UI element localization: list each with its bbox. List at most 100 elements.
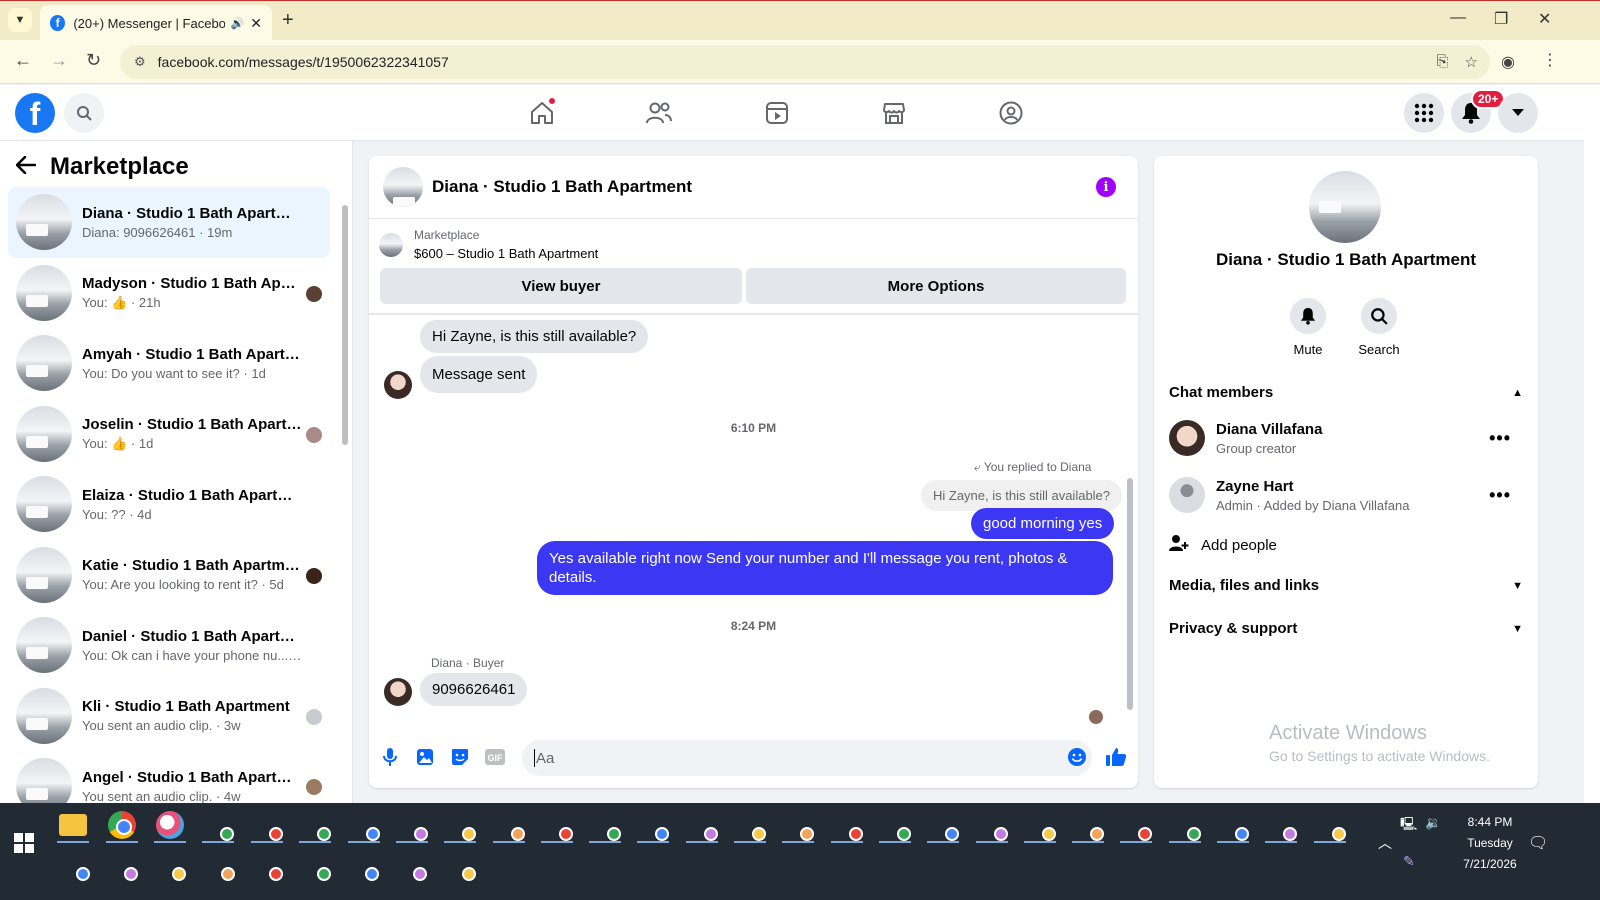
- chrome-profile-icon[interactable]: [1122, 811, 1153, 841]
- outgoing-message[interactable]: good morning yes: [971, 508, 1115, 539]
- browser-tab-messenger[interactable]: f (20+) Messenger | Facebook 🔊 ✕: [40, 5, 272, 41]
- chrome-profile-icon[interactable]: [1219, 811, 1249, 841]
- tray-chevron-up-icon[interactable]: ︿: [1378, 833, 1392, 853]
- reload-icon[interactable]: ↻: [86, 50, 101, 71]
- clock-time[interactable]: 8:44 PM: [1455, 815, 1525, 829]
- pen-icon[interactable]: ✎: [1403, 853, 1415, 870]
- chrome-profile-icon[interactable]: [833, 811, 863, 841]
- photo-icon[interactable]: [414, 746, 436, 768]
- conversation-item[interactable]: Amyah · Studio 1 Bath Apartment You: Do y…: [8, 328, 330, 399]
- chrome-profile-icon[interactable]: [1026, 811, 1056, 841]
- minimize-icon[interactable]: —: [1450, 9, 1466, 27]
- facebook-logo-icon[interactable]: f: [15, 93, 55, 133]
- page-scrollbar[interactable]: [1584, 85, 1600, 803]
- site-info-icon[interactable]: ⚙: [134, 54, 146, 70]
- tab-search-dropdown[interactable]: ▼: [8, 8, 32, 32]
- chrome-profile-icon[interactable]: [495, 811, 525, 841]
- media-files-links-section[interactable]: Media, files and links ▼: [1169, 577, 1523, 594]
- chrome-profile-icon[interactable]: [591, 811, 622, 841]
- chrome-profile-icon[interactable]: [639, 811, 670, 841]
- file-explorer-icon[interactable]: [59, 814, 87, 836]
- chrome-profile-icon[interactable]: [881, 811, 911, 841]
- menu-grid-icon[interactable]: [1404, 93, 1444, 133]
- restore-icon[interactable]: ❐: [1494, 9, 1508, 29]
- incoming-message[interactable]: 9096626461: [420, 673, 528, 706]
- chrome-profile-icon[interactable]: [397, 851, 428, 881]
- chrome-profile-icon[interactable]: [929, 811, 960, 841]
- chat-title[interactable]: Diana · Studio 1 Bath Apartment: [432, 177, 692, 197]
- friends-icon[interactable]: [641, 95, 677, 131]
- clock-day[interactable]: Tuesday: [1455, 836, 1525, 850]
- chrome-profile-icon[interactable]: [543, 811, 573, 841]
- windows-start-icon[interactable]: [14, 833, 34, 853]
- gif-icon[interactable]: GIF: [484, 746, 506, 768]
- chrome-profile-icon[interactable]: [1267, 811, 1298, 841]
- incoming-message[interactable]: Message sent: [420, 356, 538, 393]
- conversation-item[interactable]: Kli · Studio 1 Bath Apartment You sent an…: [8, 681, 330, 752]
- volume-icon[interactable]: 🔉: [1425, 815, 1441, 831]
- account-dropdown-icon[interactable]: [1498, 93, 1538, 133]
- emoji-icon[interactable]: [1066, 746, 1088, 768]
- chrome-profile-icon[interactable]: [978, 811, 1008, 841]
- conversation-item[interactable]: Diana · Studio 1 Bath Apartment Diana: 90…: [8, 187, 330, 258]
- conversation-item[interactable]: Daniel · Studio 1 Bath Apartment You: Ok …: [8, 610, 330, 681]
- chrome-profile-icon[interactable]: [736, 811, 766, 841]
- profile-icon[interactable]: ◉: [1501, 52, 1515, 72]
- chrome-profile-icon[interactable]: [108, 851, 139, 881]
- conversation-item[interactable]: Joselin · Studio 1 Bath Apartment You: 👍 …: [8, 399, 330, 470]
- chrome-profile-icon[interactable]: [156, 851, 187, 881]
- home-icon[interactable]: [524, 95, 560, 131]
- more-options-button[interactable]: More Options: [746, 268, 1126, 304]
- chrome-profile-icon[interactable]: [349, 851, 380, 881]
- conversation-item[interactable]: Elaiza · Studio 1 Bath Apartment You: ?? …: [8, 469, 330, 540]
- chrome-profile-icon[interactable]: [1074, 811, 1105, 841]
- address-bar[interactable]: ⚙ facebook.com/messages/t/19500623223410…: [120, 45, 1490, 79]
- speaker-icon[interactable]: 🔊: [231, 17, 245, 30]
- member-row[interactable]: Zayne Hart Admin · Added by Diana Villaf…: [1169, 477, 1523, 513]
- more-options-icon[interactable]: •••: [1489, 428, 1511, 449]
- notification-center-icon[interactable]: 🗨: [1528, 833, 1548, 853]
- chrome-profile-icon[interactable]: [204, 811, 234, 841]
- bookmark-star-icon[interactable]: ☆: [1465, 53, 1478, 71]
- chrome-profile-icon[interactable]: [253, 851, 283, 881]
- browser-menu-icon[interactable]: ⋮: [1542, 50, 1558, 70]
- chrome-profile-icon[interactable]: [301, 851, 331, 881]
- privacy-support-section[interactable]: Privacy & support ▼: [1169, 620, 1523, 637]
- incoming-message[interactable]: Hi Zayne, is this still available?: [420, 320, 649, 353]
- network-icon[interactable]: 🖳: [1400, 815, 1417, 837]
- groups-icon[interactable]: [993, 95, 1029, 131]
- chrome-profile-icon[interactable]: [446, 811, 477, 841]
- view-buyer-button[interactable]: View buyer: [380, 268, 742, 304]
- quoted-message[interactable]: Hi Zayne, is this still available?: [921, 480, 1123, 511]
- member-row[interactable]: Diana Villafana Group creator •••: [1169, 420, 1523, 456]
- marketplace-icon[interactable]: [876, 95, 912, 131]
- sticker-icon[interactable]: [449, 746, 471, 768]
- chrome-profile-icon[interactable]: [108, 811, 136, 839]
- video-icon[interactable]: [759, 95, 795, 131]
- paint-app-icon[interactable]: [156, 811, 184, 839]
- chrome-profile-icon[interactable]: [301, 811, 332, 841]
- like-thumbs-up-icon[interactable]: [1105, 746, 1127, 768]
- chrome-profile-icon[interactable]: [205, 851, 235, 881]
- chrome-profile-icon[interactable]: [446, 851, 476, 881]
- conversation-list-scrollbar[interactable]: [341, 193, 349, 797]
- chrome-profile-icon[interactable]: [60, 851, 90, 881]
- back-arrow-icon[interactable]: [15, 155, 37, 179]
- close-window-icon[interactable]: ✕: [1538, 9, 1551, 29]
- clock-date[interactable]: 7/21/2026: [1448, 857, 1532, 871]
- chrome-profile-icon[interactable]: [350, 811, 380, 841]
- conversation-item[interactable]: Madyson · Studio 1 Bath Apartment You: 👍 …: [8, 258, 330, 329]
- notifications-bell-icon[interactable]: 20+: [1451, 89, 1506, 133]
- listing-summary[interactable]: Marketplace $600 – Studio 1 Bath Apartme…: [379, 228, 598, 261]
- microphone-icon[interactable]: [379, 746, 401, 768]
- sender-avatar[interactable]: [384, 678, 412, 706]
- conversation-item[interactable]: Katie · Studio 1 Bath Apartment You: Are …: [8, 540, 330, 611]
- chrome-profile-icon[interactable]: [1171, 811, 1201, 841]
- more-options-icon[interactable]: •••: [1489, 485, 1511, 506]
- add-people-button[interactable]: Add people: [1169, 534, 1523, 556]
- forward-icon[interactable]: →: [50, 50, 68, 71]
- chat-avatar[interactable]: [383, 167, 423, 207]
- search-in-conversation-button[interactable]: Search: [1344, 298, 1414, 357]
- chrome-profile-icon[interactable]: [253, 811, 283, 841]
- chat-scrollbar[interactable]: [1126, 318, 1134, 718]
